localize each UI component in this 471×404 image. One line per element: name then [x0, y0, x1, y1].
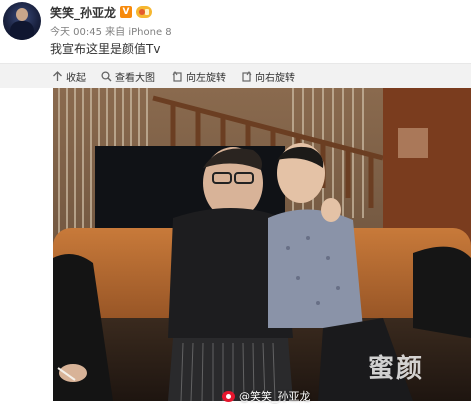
- arrow-up-icon: [53, 70, 62, 81]
- author-row: 笑笑_孙亚龙 V: [50, 4, 153, 21]
- post-text: 我宣布这里是颜值Tv: [50, 42, 161, 56]
- rotate-right-icon: [242, 70, 252, 82]
- collapse-button[interactable]: 收起: [52, 68, 86, 84]
- avatar[interactable]: [3, 2, 41, 40]
- avatar-head: [16, 8, 28, 21]
- rotate-right-button[interactable]: 向右旋转: [241, 68, 295, 84]
- author-name[interactable]: 笑笑_孙亚龙: [50, 4, 116, 21]
- photo-credit-text: @笑笑_孙亚龙: [239, 390, 311, 403]
- collapse-label: 收起: [66, 72, 86, 84]
- rotate-right-label: 向右旋转: [255, 72, 295, 84]
- view-large-label: 查看大图: [115, 72, 155, 84]
- site-watermark: 蜜颜: [368, 354, 425, 384]
- rotate-left-button[interactable]: 向左旋转: [172, 68, 226, 84]
- rotate-left-icon: [172, 70, 182, 82]
- avatar-body: [10, 21, 34, 40]
- verified-badge-icon: V: [120, 6, 133, 18]
- weibo-logo-icon: [222, 390, 235, 402]
- post-meta: 今天 00:45 来自 iPhone 8: [50, 27, 172, 38]
- rotate-left-label: 向左旋转: [186, 72, 226, 84]
- image-action-bar: 收起 查看大图 向左旋转 向右旋转: [0, 63, 471, 88]
- user-level-icon[interactable]: [136, 6, 153, 18]
- post-header: 笑笑_孙亚龙 V 今天 00:45 来自 iPhone 8 我宣布这里是颜值Tv: [0, 0, 471, 64]
- search-icon: [101, 70, 112, 81]
- view-large-button[interactable]: 查看大图: [101, 68, 155, 84]
